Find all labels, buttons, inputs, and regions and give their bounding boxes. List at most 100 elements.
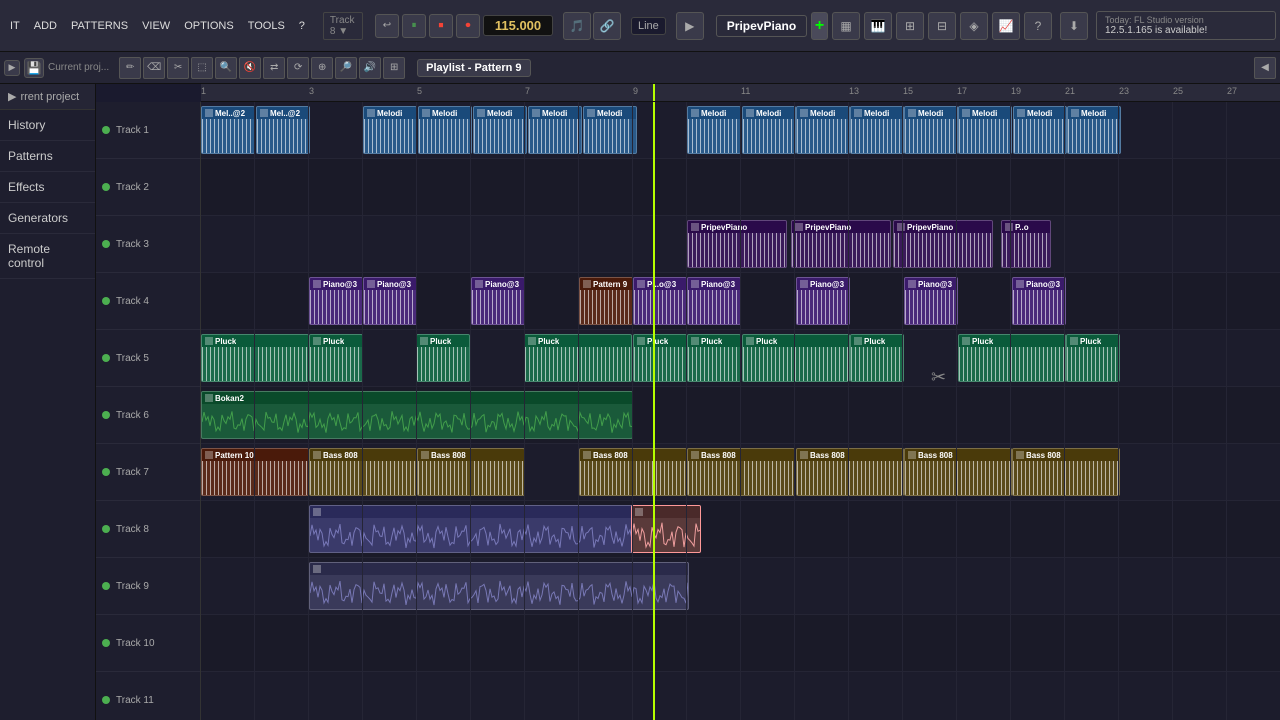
track-row-7[interactable]: Pattern 10 Bass 808 Bass 808 <box>201 444 1280 501</box>
menu-it[interactable]: IT <box>4 18 26 34</box>
clip-5-8[interactable]: Pluck <box>958 334 1066 382</box>
select-icon[interactable]: ⬚ <box>191 57 213 79</box>
clip-1-2[interactable]: Melodi <box>363 106 417 154</box>
sidebar-item-patterns[interactable]: Patterns <box>0 141 95 172</box>
track-row-10[interactable] <box>201 615 1280 672</box>
snap-icon[interactable]: ⊕ <box>311 57 333 79</box>
sidebar-item-remote[interactable]: Remote control <box>0 234 95 279</box>
clip-1-12[interactable]: Melodi <box>958 106 1012 154</box>
clip-5-9[interactable]: Pluck <box>1066 334 1120 382</box>
hint-icon[interactable]: ? <box>1024 12 1052 40</box>
menu-patterns[interactable]: PATTERNS <box>65 18 134 34</box>
clip-4-6[interactable]: Piano@3 <box>796 277 850 325</box>
clip-5-0[interactable]: Pluck <box>201 334 309 382</box>
clip-1-0[interactable]: Mel..@2 <box>201 106 255 154</box>
sidebar-item-history[interactable]: History <box>0 110 95 141</box>
track-label-3[interactable]: Track 3 <box>96 216 200 273</box>
clip-5-2[interactable]: Pluck <box>416 334 470 382</box>
browser-icon[interactable]: ⊞ <box>896 12 924 40</box>
clip-4-1[interactable]: Piano@3 <box>363 277 417 325</box>
track-row-3[interactable]: PripevPiano PripevPiano PripevPiano <box>201 216 1280 273</box>
track-label-11[interactable]: Track 11 <box>96 672 200 720</box>
cut-icon[interactable]: ✂ <box>167 57 189 79</box>
volume-icon[interactable]: 🔊 <box>359 57 381 79</box>
clip-8-1[interactable] <box>631 505 701 553</box>
clip-4-7[interactable]: Piano@3 <box>904 277 958 325</box>
clip-4-2[interactable]: Piano@3 <box>471 277 525 325</box>
track-row-11[interactable] <box>201 672 1280 720</box>
rewind-btn[interactable]: ↩ <box>375 14 399 38</box>
download-icon[interactable]: ⬇ <box>1060 12 1088 40</box>
track-label-1[interactable]: Track 1 <box>96 102 200 159</box>
clip-7-4[interactable]: Bass 808 <box>687 448 795 496</box>
plugin-icon[interactable]: ⊟ <box>928 12 956 40</box>
clip-3-0[interactable]: PripevPiano <box>687 220 787 268</box>
clip-7-0[interactable]: Pattern 10 <box>201 448 309 496</box>
clip-7-6[interactable]: Bass 808 <box>904 448 1012 496</box>
clip-5-5[interactable]: Pluck <box>687 334 741 382</box>
clip-1-9[interactable]: Melodi <box>796 106 850 154</box>
clip-3-2[interactable]: PripevPiano <box>893 220 993 268</box>
menu-view[interactable]: VIEW <box>136 18 176 34</box>
clip-5-7[interactable]: Pluck <box>850 334 904 382</box>
sidebar-item-effects[interactable]: Effects <box>0 172 95 203</box>
sidebar-item-generators[interactable]: Generators <box>0 203 95 234</box>
clip-1-4[interactable]: Melodi <box>473 106 527 154</box>
track-row-8[interactable] <box>201 501 1280 558</box>
track-label-5[interactable]: Track 5 <box>96 330 200 387</box>
bpm-display[interactable]: 115.000 <box>483 15 553 36</box>
menu-help[interactable]: ? <box>293 18 311 34</box>
mixer-icon[interactable]: ▦ <box>832 12 860 40</box>
clip-1-6[interactable]: Melodi <box>583 106 637 154</box>
tracks-container[interactable]: Track 1 Track 2 Track 3 Track 4 Track 5 … <box>96 102 1280 720</box>
click-icon[interactable]: 🎵 <box>563 12 591 40</box>
clip-7-7[interactable]: Bass 808 <box>1012 448 1120 496</box>
clip-5-1[interactable]: Pluck <box>309 334 363 382</box>
clip-1-10[interactable]: Melodi <box>850 106 904 154</box>
clip-7-2[interactable]: Bass 808 <box>417 448 525 496</box>
record-btn[interactable]: ⏺ <box>456 14 480 38</box>
track-label-6[interactable]: Track 6 <box>96 387 200 444</box>
line-selector[interactable]: Line <box>631 17 666 35</box>
save-icon[interactable]: 💾 <box>24 58 44 78</box>
piano-roll-icon[interactable]: 🎹 <box>864 12 892 40</box>
track-label-7[interactable]: Track 7 <box>96 444 200 501</box>
clip-9-0[interactable] <box>309 562 689 610</box>
mute-icon[interactable]: 🔇 <box>239 57 261 79</box>
sample-icon[interactable]: ◈ <box>960 12 988 40</box>
project-icon[interactable]: ▶ <box>4 60 20 76</box>
track-label-8[interactable]: Track 8 <box>96 501 200 558</box>
track-label-9[interactable]: Track 9 <box>96 558 200 615</box>
clip-4-3[interactable]: Pattern 9 <box>579 277 633 325</box>
automation-icon[interactable]: 📈 <box>992 12 1020 40</box>
clip-4-0[interactable]: Piano@3 <box>309 277 363 325</box>
track-row-1[interactable]: Mel..@2 Mel..@2 Melodi <box>201 102 1280 159</box>
clip-7-1[interactable]: Bass 808 <box>309 448 417 496</box>
track-selector[interactable]: Track 8 ▼ <box>323 12 363 40</box>
zoom-in-icon[interactable]: 🔍 <box>215 57 237 79</box>
play-pause-btn[interactable]: ⏸ <box>402 14 426 38</box>
clip-5-6[interactable]: Pluck <box>742 334 850 382</box>
add-instrument-btn[interactable]: + <box>811 12 828 40</box>
track-row-2[interactable] <box>201 159 1280 216</box>
clip-4-8[interactable]: Piano@3 <box>1012 277 1066 325</box>
sidebar-project[interactable]: ▶ rrent project <box>0 84 95 110</box>
nav-arrow-icon[interactable]: ▶ <box>676 12 704 40</box>
loop-icon[interactable]: ⟳ <box>287 57 309 79</box>
track-row-9[interactable] <box>201 558 1280 615</box>
pattern-collapse-icon[interactable]: ◀ <box>1254 57 1276 79</box>
menu-tools[interactable]: TOOLS <box>242 18 291 34</box>
clip-3-1[interactable]: PripevPiano <box>791 220 891 268</box>
clip-4-4[interactable]: Pi..o@3 <box>633 277 687 325</box>
clip-1-1[interactable]: Mel..@2 <box>256 106 310 154</box>
track-row-4[interactable]: Piano@3 Piano@3 Piano@3 <box>201 273 1280 330</box>
erase-icon[interactable]: ⌫ <box>143 57 165 79</box>
clip-1-3[interactable]: Melodi <box>418 106 472 154</box>
clip-1-11[interactable]: Melodi <box>904 106 958 154</box>
zoom-out-icon[interactable]: 🔎 <box>335 57 357 79</box>
clip-3-3[interactable]: P..o <box>1001 220 1051 268</box>
stop-btn[interactable]: ⏹ <box>429 14 453 38</box>
instrument-display[interactable]: PripevPiano <box>716 15 807 37</box>
clip-4-5[interactable]: Piano@3 <box>687 277 741 325</box>
clip-1-13[interactable]: Melodi <box>1013 106 1067 154</box>
